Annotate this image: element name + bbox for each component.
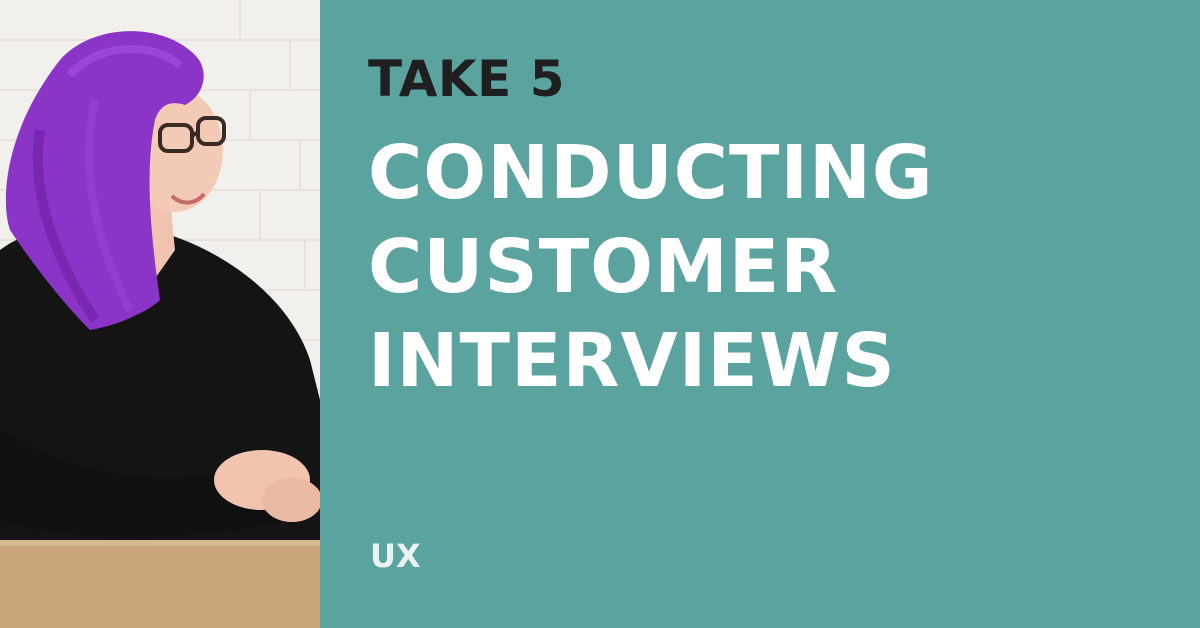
category-tag: UX [370, 537, 421, 575]
title-line: CUSTOMER [368, 224, 839, 310]
title-panel: TAKE 5 CONDUCTING CUSTOMER INTERVIEWS UX [320, 0, 1200, 628]
title-line: INTERVIEWS [368, 318, 896, 404]
series-kicker: TAKE 5 [368, 50, 566, 108]
speaker-photo [0, 0, 320, 628]
title-line: CONDUCTING [368, 130, 934, 216]
article-title: CONDUCTING CUSTOMER INTERVIEWS [368, 126, 934, 408]
article-card: TAKE 5 CONDUCTING CUSTOMER INTERVIEWS UX [0, 0, 1200, 628]
